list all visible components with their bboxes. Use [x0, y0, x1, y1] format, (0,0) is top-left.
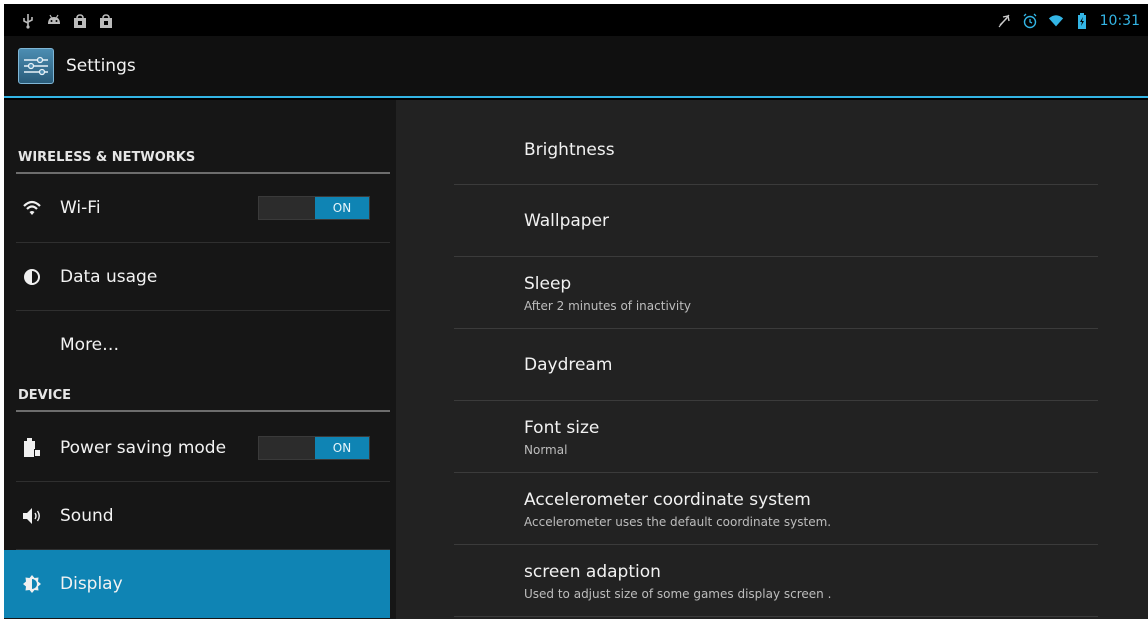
sidebar-item-sound[interactable]: Sound	[4, 482, 390, 550]
android-debug-icon	[46, 13, 62, 29]
mute-icon	[996, 13, 1012, 29]
brightness-icon	[20, 574, 44, 594]
pref-title: Daydream	[524, 355, 613, 375]
speaker-icon	[20, 507, 44, 525]
bag-icon	[98, 13, 114, 29]
pref-title: Wallpaper	[524, 211, 610, 231]
section-header-device: DEVICE	[16, 388, 390, 412]
pref-font-size[interactable]: Font size Normal	[454, 401, 1098, 473]
pref-title: Sleep	[524, 274, 572, 294]
toggle-state: ON	[315, 437, 369, 459]
data-usage-icon	[20, 268, 44, 286]
alarm-icon	[1022, 13, 1038, 29]
pref-title: Brightness	[524, 140, 615, 160]
sidebar-item-label: Display	[60, 574, 123, 594]
power-saving-toggle[interactable]: ON	[258, 436, 370, 460]
sidebar-item-data-usage[interactable]: Data usage	[4, 243, 390, 311]
usb-icon	[20, 13, 36, 29]
settings-window: 10:31 Settings WIRELESS & NETWORKS Wi-Fi…	[4, 4, 1148, 619]
wifi-icon	[20, 200, 44, 216]
sidebar-item-label: Sound	[60, 506, 114, 526]
wifi-icon	[1048, 13, 1064, 29]
sidebar-item-wifi[interactable]: Wi-Fi ON	[4, 174, 390, 242]
settings-app-icon[interactable]	[18, 48, 54, 84]
toggle-state: ON	[315, 197, 369, 219]
notification-icons	[20, 13, 114, 29]
system-icons: 10:31	[996, 13, 1140, 29]
sidebar-item-label: More…	[60, 335, 120, 355]
pref-title: Accelerometer coordinate system	[524, 490, 811, 510]
pref-summary: After 2 minutes of inactivity	[524, 299, 692, 313]
display-settings-panel: Brightness Wallpaper Sleep After 2 minut…	[396, 100, 1148, 619]
bag-icon	[72, 13, 88, 29]
pref-summary: Normal	[524, 443, 568, 457]
pref-title: screen adaption	[524, 562, 661, 582]
sidebar-item-power-saving[interactable]: Power saving mode ON	[4, 414, 390, 482]
sidebar-item-label: Power saving mode	[60, 438, 227, 458]
pref-accelerometer[interactable]: Accelerometer coordinate system Accelero…	[454, 473, 1098, 545]
battery-icon	[20, 438, 44, 458]
pref-title: Font size	[524, 418, 600, 438]
pref-brightness[interactable]: Brightness	[454, 110, 1098, 185]
status-bar: 10:31	[4, 6, 1148, 36]
sidebar-item-display[interactable]: Display	[4, 550, 390, 618]
pref-summary: Accelerometer uses the default coordinat…	[524, 515, 832, 529]
page-title: Settings	[66, 56, 136, 76]
pref-daydream[interactable]: Daydream	[454, 329, 1098, 401]
pref-sleep[interactable]: Sleep After 2 minutes of inactivity	[454, 257, 1098, 329]
pref-summary: Used to adjust size of some games displa…	[524, 587, 832, 601]
section-header-wireless: WIRELESS & NETWORKS	[16, 150, 390, 174]
settings-sidebar: WIRELESS & NETWORKS Wi-Fi ON Data usage …	[4, 100, 396, 619]
sidebar-item-label: Data usage	[60, 267, 158, 287]
battery-icon	[1074, 13, 1090, 29]
action-bar: Settings	[4, 36, 1148, 98]
pref-screen-adaption[interactable]: screen adaption Used to adjust size of s…	[454, 545, 1098, 617]
sidebar-item-more[interactable]: More…	[4, 311, 390, 379]
pref-wallpaper[interactable]: Wallpaper	[454, 185, 1098, 257]
wifi-toggle[interactable]: ON	[258, 196, 370, 220]
clock: 10:31	[1099, 13, 1140, 29]
sidebar-item-label: Wi-Fi	[60, 198, 101, 218]
